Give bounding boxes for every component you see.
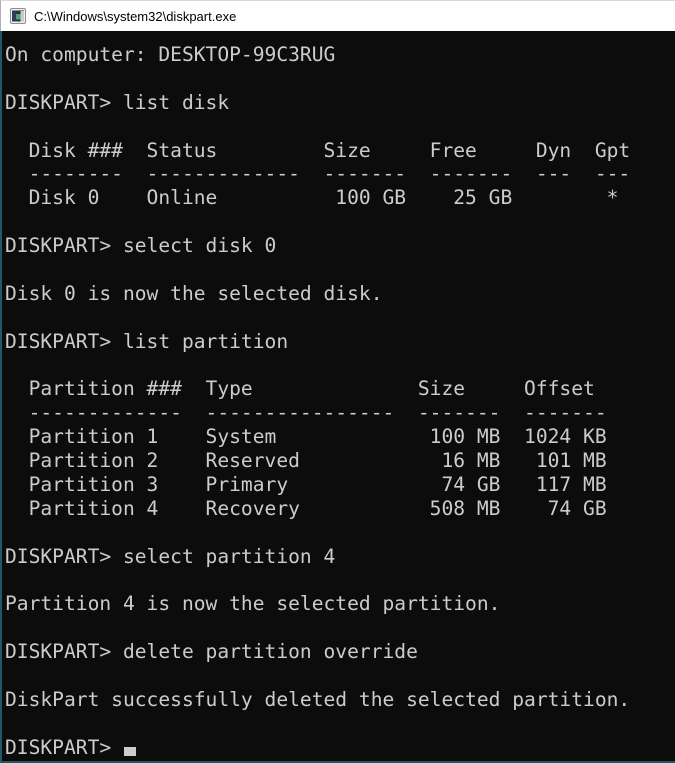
terminal-line: DISKPART> select partition 4 [5, 545, 675, 569]
terminal-line: DISKPART> [5, 736, 675, 760]
terminal-line: -------- ------------- ------- ------- -… [5, 162, 675, 186]
terminal-line: Partition 2 Reserved 16 MB 101 MB [5, 449, 675, 473]
window-title: C:\Windows\system32\diskpart.exe [34, 9, 236, 24]
terminal-line [5, 569, 675, 593]
title-bar[interactable]: C:\Windows\system32\diskpart.exe [0, 0, 675, 31]
terminal-line [5, 616, 675, 640]
terminal-line: ------------- ---------------- ------- -… [5, 401, 675, 425]
terminal-line [5, 67, 675, 91]
text-cursor [124, 747, 136, 756]
terminal-line: Partition 4 Recovery 508 MB 74 GB [5, 497, 675, 521]
terminal-line: On computer: DESKTOP-99C3RUG [5, 43, 675, 67]
terminal-line [5, 115, 675, 139]
terminal-output: On computer: DESKTOP-99C3RUG DISKPART> li… [5, 43, 675, 760]
terminal-line: Partition 4 is now the selected partitio… [5, 592, 675, 616]
terminal-line [5, 306, 675, 330]
diskpart-window: C:\Windows\system32\diskpart.exe On comp… [0, 0, 675, 763]
terminal-line: Partition 1 System 100 MB 1024 KB [5, 425, 675, 449]
console-window-icon[interactable] [10, 8, 26, 24]
terminal-line: Partition ### Type Size Offset [5, 377, 675, 401]
terminal-line: DISKPART> delete partition override [5, 640, 675, 664]
terminal-line: DISKPART> select disk 0 [5, 234, 675, 258]
terminal-line [5, 258, 675, 282]
terminal[interactable]: On computer: DESKTOP-99C3RUG DISKPART> li… [0, 31, 675, 763]
terminal-line [5, 354, 675, 378]
terminal-line: DISKPART> list partition [5, 330, 675, 354]
terminal-line: Disk ### Status Size Free Dyn Gpt [5, 139, 675, 163]
terminal-line [5, 521, 675, 545]
terminal-line: Disk 0 is now the selected disk. [5, 282, 675, 306]
terminal-line [5, 664, 675, 688]
terminal-line [5, 712, 675, 736]
terminal-line: DISKPART> list disk [5, 91, 675, 115]
terminal-line: Disk 0 Online 100 GB 25 GB * [5, 186, 675, 210]
terminal-line: DiskPart successfully deleted the select… [5, 688, 675, 712]
terminal-line [5, 210, 675, 234]
terminal-line: Partition 3 Primary 74 GB 117 MB [5, 473, 675, 497]
